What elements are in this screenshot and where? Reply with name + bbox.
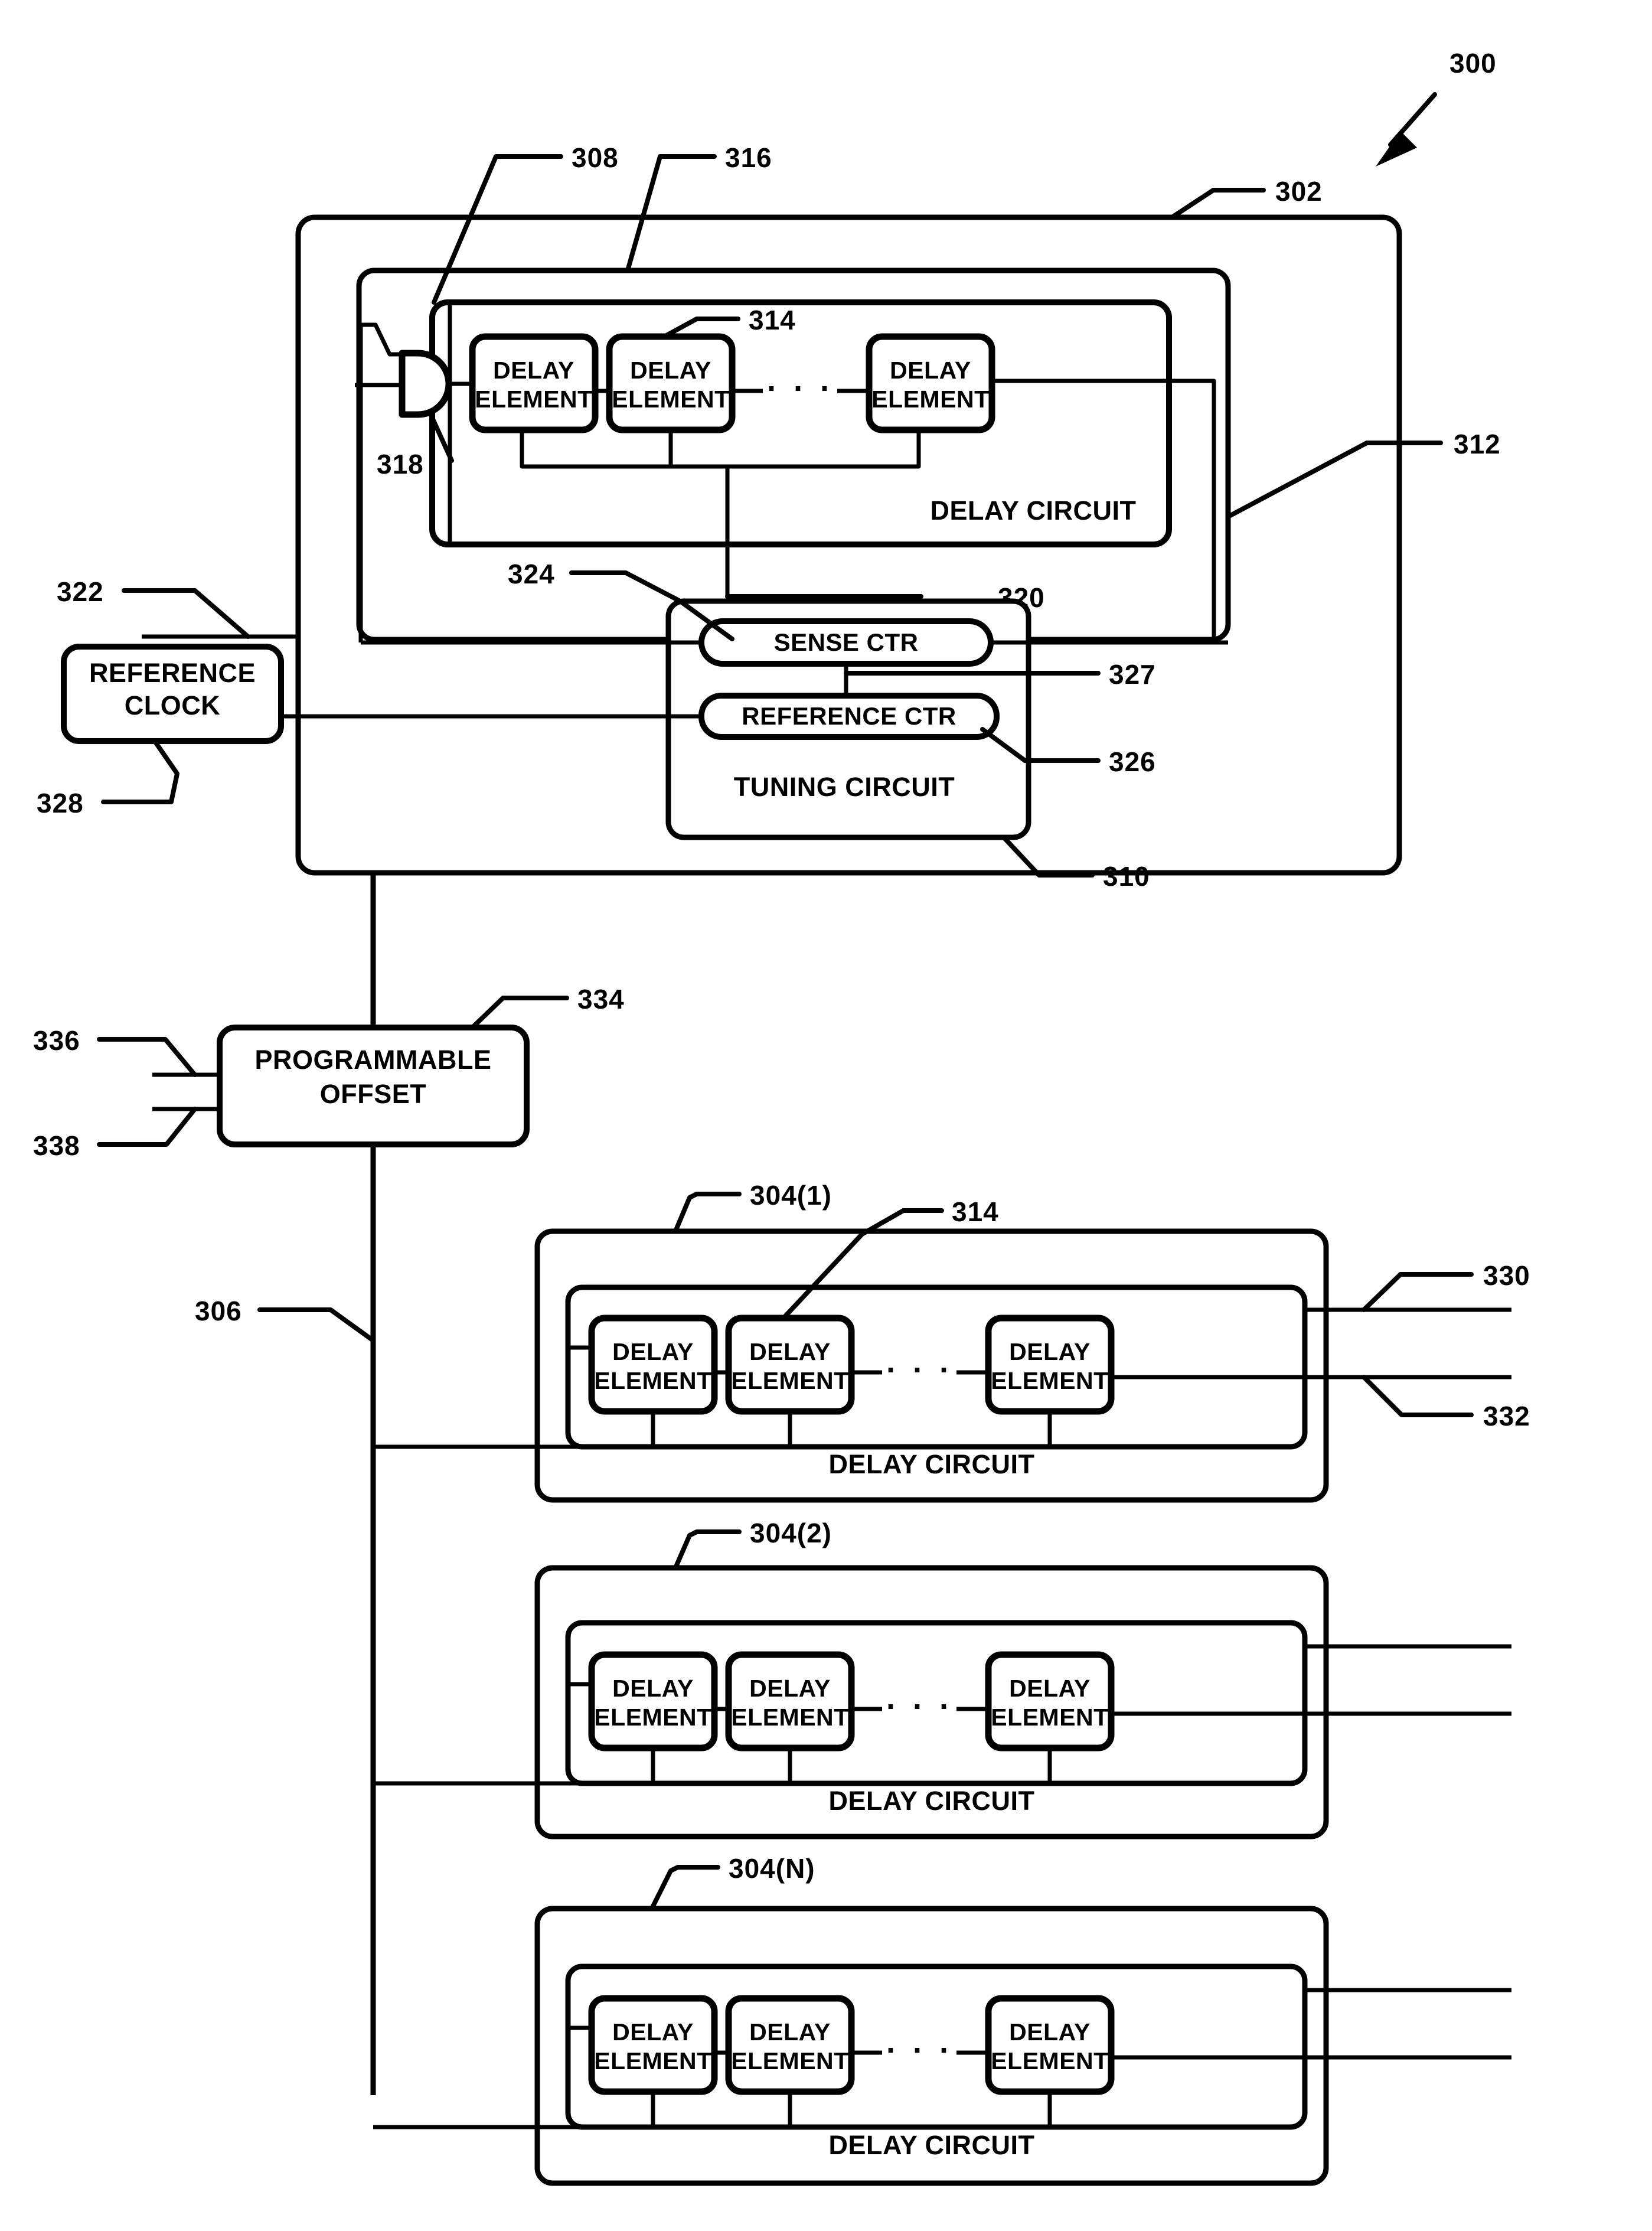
ref-label-304-1: 304(1) bbox=[750, 1180, 832, 1211]
ref-label-300: 300 bbox=[1449, 48, 1497, 79]
delay-element-304-n-e2-line2: ELEMENT bbox=[731, 2047, 848, 2075]
ref-306-callout: 306 bbox=[195, 1296, 376, 1343]
delay-element-304-1-e2-line2: ELEMENT bbox=[731, 1367, 848, 1394]
block-label-programmable-offset-line2: OFFSET bbox=[320, 1079, 427, 1109]
ref-label-322: 322 bbox=[57, 576, 104, 607]
ref-label-310: 310 bbox=[1103, 861, 1150, 892]
ref-label-316: 316 bbox=[725, 142, 772, 173]
block-label-reference-ctr: REFERENCE CTR bbox=[742, 702, 956, 730]
delay-element-304-2-e2-line2: ELEMENT bbox=[731, 1704, 848, 1731]
ref-label-314-top: 314 bbox=[749, 305, 796, 335]
delay-element-304-2-e2-line1: DELAY bbox=[749, 1675, 831, 1702]
ref-label-330: 330 bbox=[1483, 1260, 1530, 1291]
ref-label-302: 302 bbox=[1275, 176, 1323, 207]
delay-element-304-n-e1-line1: DELAY bbox=[612, 2018, 694, 2046]
ref-label-318: 318 bbox=[377, 449, 424, 480]
diagram-canvas: 300 302 312 308 316 318 DELAY ELEMENT DE… bbox=[33, 48, 1530, 2186]
delay-element-304-2-e1-line2: ELEMENT bbox=[594, 1704, 711, 1731]
ref-label-314-bottom: 314 bbox=[952, 1196, 999, 1227]
ref-label-338: 338 bbox=[33, 1130, 80, 1161]
delay-element-304-1-e2-line1: DELAY bbox=[749, 1338, 831, 1365]
ellipsis-304-2: · · · bbox=[886, 1689, 954, 1724]
ref-302-callout: 302 bbox=[1170, 176, 1323, 220]
block-label-tuning-circuit: TUNING CIRCUIT bbox=[734, 772, 955, 802]
ref-label-327: 327 bbox=[1109, 659, 1156, 690]
ref-label-336: 336 bbox=[33, 1025, 80, 1056]
ref-label-312: 312 bbox=[1454, 429, 1501, 459]
block-label-delay-circuit-304-n: DELAY CIRCUIT bbox=[828, 2130, 1034, 2160]
delay-element-top-2-label-line2: ELEMENT bbox=[612, 386, 729, 413]
ref-328-callout: 328 bbox=[37, 739, 179, 818]
patent-figure: 300 302 312 308 316 318 DELAY ELEMENT DE… bbox=[0, 0, 1652, 2231]
block-label-reference-clock-line2: CLOCK bbox=[125, 690, 220, 720]
block-label-delay-circuit-304-2: DELAY CIRCUIT bbox=[828, 1786, 1034, 1816]
delay-element-304-1-e1-line1: DELAY bbox=[612, 1338, 694, 1365]
delay-element-304-1-en-line1: DELAY bbox=[1009, 1338, 1091, 1365]
ref-label-328: 328 bbox=[37, 788, 84, 818]
delay-element-304-n-en-line1: DELAY bbox=[1009, 2018, 1091, 2046]
block-label-delay-circuit-304-1: DELAY CIRCUIT bbox=[828, 1449, 1034, 1479]
ref-332-callout: 332 bbox=[1362, 1375, 1530, 1431]
ref-304-1-callout: 304(1) bbox=[673, 1180, 832, 1234]
ref-label-304-n: 304(N) bbox=[729, 1853, 815, 1884]
block-label-programmable-offset-line1: PROGRAMMABLE bbox=[255, 1045, 492, 1075]
ref-label-334: 334 bbox=[577, 984, 625, 1015]
delay-element-304-2-en-line2: ELEMENT bbox=[991, 1704, 1108, 1731]
ellipsis-304-n: · · · bbox=[886, 2033, 954, 2068]
ref-304-n-callout: 304(N) bbox=[649, 1853, 815, 1911]
ellipsis-304-1: · · · bbox=[886, 1352, 954, 1388]
ref-338-callout: 338 bbox=[33, 1107, 197, 1161]
ref-label-324: 324 bbox=[508, 559, 555, 589]
ref-label-304-2: 304(2) bbox=[750, 1518, 832, 1548]
ellipsis-top: · · · bbox=[767, 371, 834, 406]
ref-334-callout: 334 bbox=[470, 984, 625, 1030]
delay-element-304-n-en-line2: ELEMENT bbox=[991, 2047, 1108, 2075]
ref-304-2-callout: 304(2) bbox=[673, 1518, 832, 1570]
ref-label-332: 332 bbox=[1483, 1401, 1530, 1431]
delay-element-304-n-e1-line2: ELEMENT bbox=[594, 2047, 711, 2075]
delay-element-304-1-en-line2: ELEMENT bbox=[991, 1367, 1108, 1394]
ref-label-308: 308 bbox=[572, 142, 619, 173]
delay-element-top-n-label-line2: ELEMENT bbox=[871, 386, 989, 413]
delay-element-304-1-e1-line2: ELEMENT bbox=[594, 1367, 711, 1394]
ref-336-callout: 336 bbox=[33, 1025, 197, 1077]
delay-element-top-1-label-line2: ELEMENT bbox=[475, 386, 592, 413]
figure-number-300-callout: 300 bbox=[1376, 48, 1497, 167]
ref-322-callout: 322 bbox=[57, 576, 250, 639]
delay-element-304-2-e1-line1: DELAY bbox=[612, 1675, 694, 1702]
block-label-reference-clock-line1: REFERENCE bbox=[89, 658, 256, 688]
ref-label-306: 306 bbox=[195, 1296, 242, 1326]
delay-element-top-2-label-line1: DELAY bbox=[630, 357, 711, 384]
ref-330-callout: 330 bbox=[1362, 1260, 1530, 1312]
delay-element-top-1-label-line1: DELAY bbox=[493, 357, 574, 384]
delay-element-304-2-en-line1: DELAY bbox=[1009, 1675, 1091, 1702]
delay-element-304-n-e2-line1: DELAY bbox=[749, 2018, 831, 2046]
block-label-sense-ctr: SENSE CTR bbox=[774, 628, 919, 656]
delay-element-top-n-label-line1: DELAY bbox=[890, 357, 971, 384]
ref-label-326: 326 bbox=[1109, 746, 1156, 777]
block-label-delay-circuit-top: DELAY CIRCUIT bbox=[930, 495, 1136, 526]
